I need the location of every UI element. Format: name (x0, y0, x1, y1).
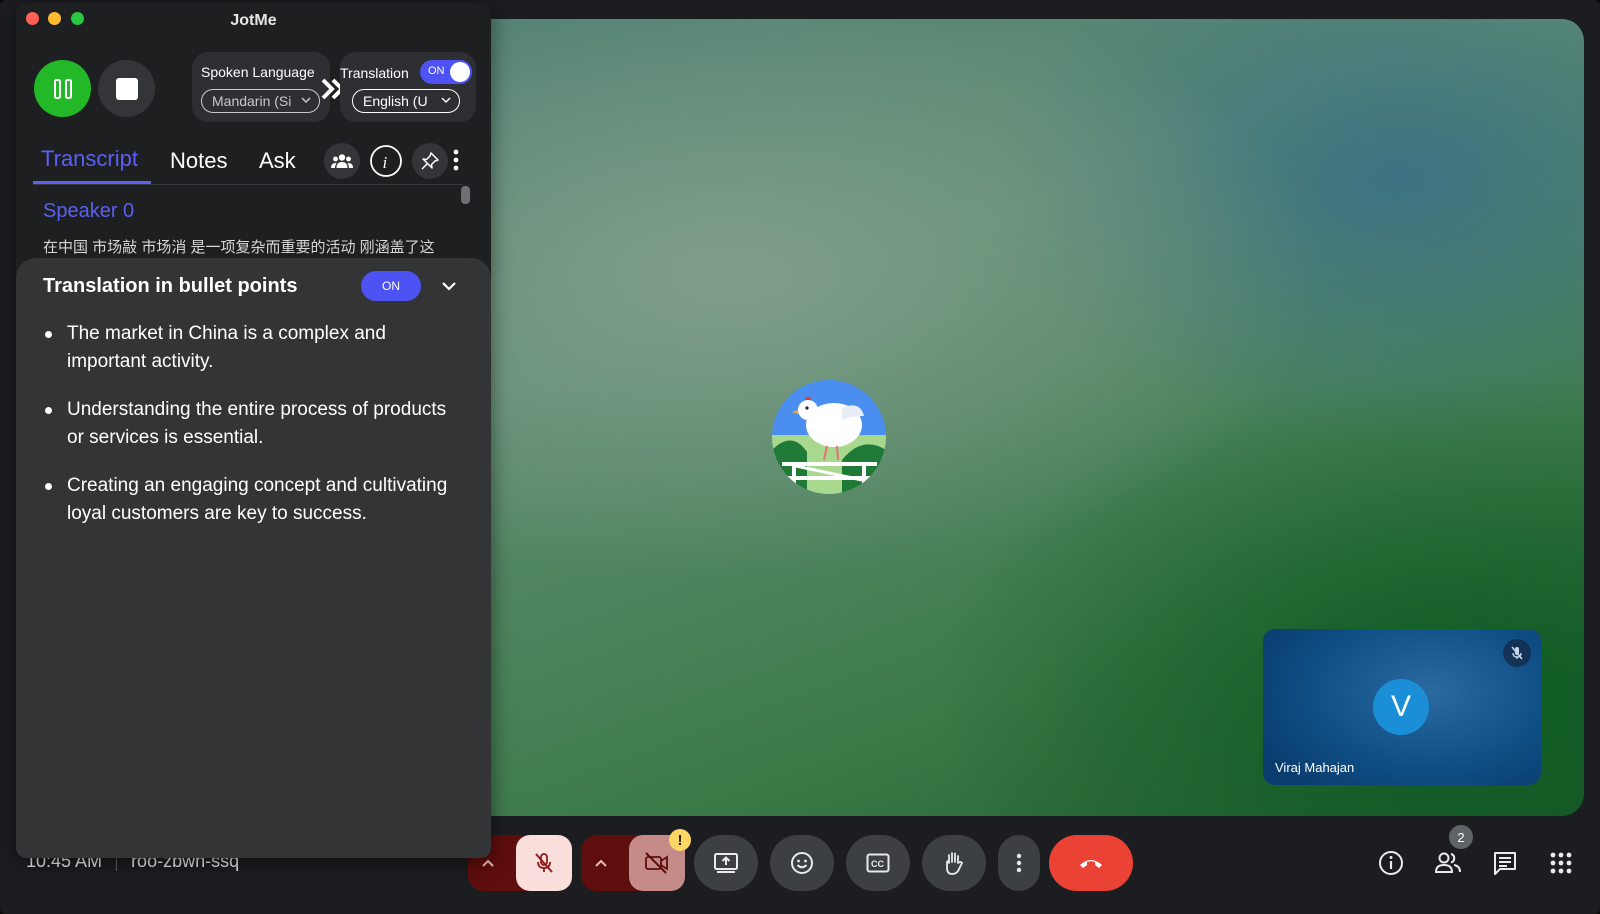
participant-avatar-image (772, 380, 886, 494)
apps-grid-icon (1550, 852, 1572, 874)
raise-hand-button[interactable] (922, 835, 986, 891)
people-icon (1434, 852, 1461, 873)
chevron-up-icon[interactable] (589, 851, 613, 875)
divider (33, 184, 463, 185)
tab-notes[interactable]: Notes (170, 148, 227, 174)
info-icon: i (370, 145, 402, 177)
chat-button[interactable] (1490, 848, 1520, 878)
pin-icon (421, 152, 439, 170)
meeting-details-button[interactable] (1376, 848, 1406, 878)
panel-title: Translation in bullet points (43, 275, 298, 297)
spoken-language-label: Spoken Language (201, 64, 315, 80)
reactions-button[interactable] (770, 835, 834, 891)
target-language-value: English (U (363, 93, 428, 109)
svg-text:CC: CC (871, 859, 884, 869)
chevron-down-icon (441, 97, 451, 104)
pin-button[interactable] (412, 143, 448, 179)
translation-panel: Translation in bullet points ON The mark… (16, 258, 491, 858)
chevron-down-icon (301, 97, 311, 104)
more-vert-icon (453, 149, 459, 171)
self-avatar: V (1373, 679, 1429, 735)
camera-control-group[interactable]: ! (581, 829, 691, 891)
info-icon (1379, 851, 1403, 875)
translation-toggle-state: ON (428, 65, 445, 77)
pause-button[interactable] (34, 60, 91, 117)
scrollbar[interactable] (461, 186, 470, 204)
speaker-label: Speaker 0 (43, 200, 135, 222)
jotme-window: JotMe Spoken Language Mandarin (Si Trans… (16, 3, 491, 858)
leave-call-button[interactable] (1049, 835, 1133, 891)
bullet-points-toggle[interactable]: ON (361, 271, 421, 301)
chat-icon (1494, 852, 1516, 875)
chevron-down-icon (442, 282, 456, 291)
more-options-button[interactable] (998, 835, 1040, 891)
self-name-label: Viraj Mahajan (1275, 760, 1355, 775)
svg-text:i: i (383, 153, 388, 172)
closed-captions-icon: CC (866, 853, 890, 873)
tab-transcript[interactable]: Transcript (41, 146, 138, 172)
mic-toggle-button[interactable] (516, 835, 572, 891)
pause-icon (53, 78, 72, 99)
muted-mic-icon (1503, 639, 1531, 667)
present-screen-button[interactable] (694, 835, 758, 891)
app-title: JotMe (230, 12, 277, 29)
jotme-menu-button[interactable] (453, 148, 463, 176)
emoji-icon (791, 852, 813, 874)
stop-button[interactable] (98, 60, 155, 117)
camera-warning-badge: ! (669, 829, 691, 851)
camera-toggle-button[interactable]: ! (629, 829, 691, 891)
participant-count-badge: 2 (1449, 825, 1473, 849)
people-button[interactable] (1433, 848, 1463, 878)
info-button[interactable]: i (368, 143, 404, 179)
self-video-tile: V Viraj Mahajan (1263, 629, 1541, 785)
spoken-language-box: Spoken Language Mandarin (Si (192, 52, 330, 122)
list-item: Creating an engaging concept and cultiva… (43, 472, 463, 528)
hand-icon (946, 852, 964, 875)
translation-label: Translation (340, 65, 409, 81)
more-vert-icon (1016, 853, 1022, 873)
stop-icon (115, 77, 138, 100)
collapse-panel-button[interactable] (438, 275, 460, 297)
present-screen-icon (714, 853, 738, 873)
bullet-list: The market in China is a complex and imp… (43, 320, 463, 548)
titlebar: JotMe (16, 3, 491, 37)
toggle-knob (450, 62, 470, 82)
translation-toggle[interactable]: ON (420, 60, 472, 84)
mic-off-icon (535, 853, 553, 873)
list-item: Understanding the entire process of prod… (43, 396, 463, 452)
translation-box: Translation ON English (U (340, 52, 476, 122)
end-call-icon (1080, 860, 1102, 868)
spoken-language-select[interactable]: Mandarin (Si (201, 89, 320, 113)
speakers-button[interactable] (324, 143, 360, 179)
spoken-language-value: Mandarin (Si (212, 93, 292, 109)
list-item: The market in China is a complex and imp… (43, 320, 463, 376)
camera-off-icon (645, 852, 668, 874)
transcript-text: 在中国 市场敲 市场消 是一项复杂而重要的活动 刚涵盖了这 (43, 239, 435, 256)
people-group-icon (331, 154, 353, 168)
captions-button[interactable]: CC (846, 835, 910, 891)
activities-button[interactable] (1546, 848, 1576, 878)
tab-ask[interactable]: Ask (259, 148, 296, 174)
target-language-select[interactable]: English (U (352, 89, 460, 113)
